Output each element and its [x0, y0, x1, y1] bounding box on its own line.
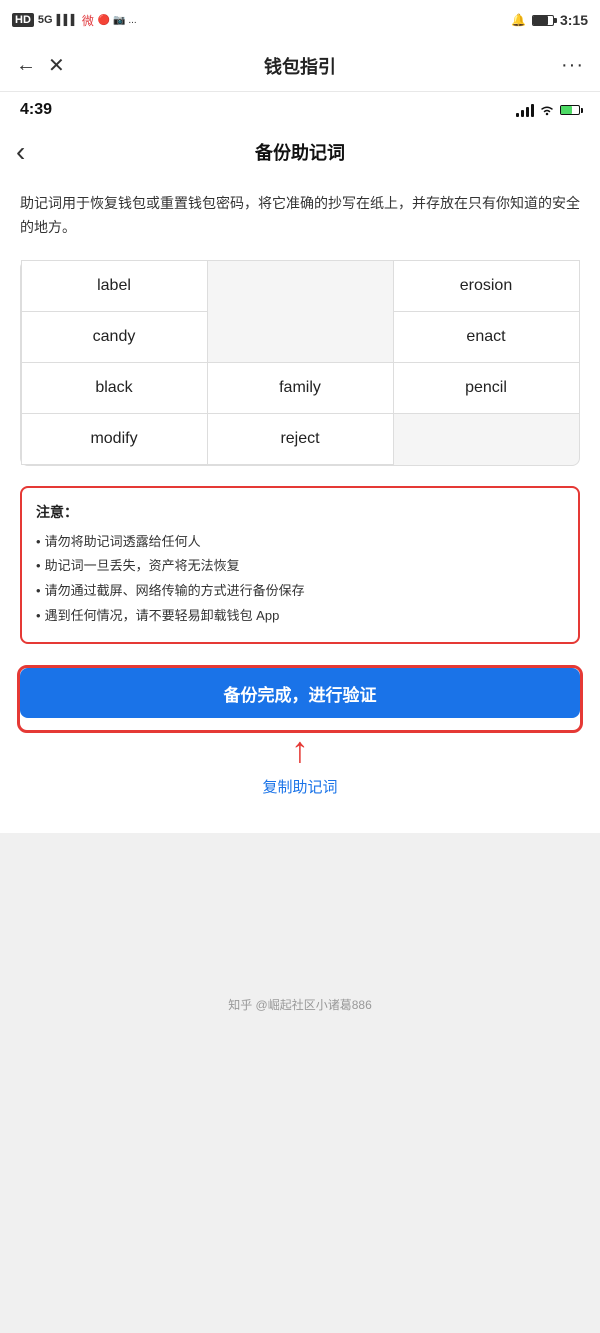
mnemonic-cell-empty-1: [207, 260, 394, 312]
battery-inner: [560, 105, 580, 115]
mnemonic-cell-modify: modify: [21, 413, 208, 465]
arrow-container: ↑: [20, 732, 580, 768]
warning-box: 注意： • 请勿将助记词透露给任何人 • 助记词一旦丢失，资产将无法恢复 • 请…: [20, 486, 580, 645]
page-title: 钱包指引: [76, 53, 524, 79]
nav-left-actions: ← ✕: [16, 53, 76, 78]
warning-item-2: • 助记词一旦丢失，资产将无法恢复: [36, 554, 564, 579]
red-arrow-icon: ↑: [291, 732, 309, 768]
mnemonic-cell-reject: reject: [207, 413, 394, 465]
copy-mnemonic-link[interactable]: 复制助记词: [20, 772, 580, 817]
mnemonic-cell-empty-3: [393, 413, 580, 465]
inner-time: 4:39: [20, 101, 52, 119]
outer-status-bar: HD 5G ▌▌▌ 微 🔴 📷 ... 🔔 3:15: [0, 0, 600, 40]
watermark-text: 知乎 @崛起社区小诸葛886: [228, 996, 372, 1013]
battery-outer: [532, 15, 554, 26]
wifi-icon: [539, 104, 555, 116]
outer-status-right: 🔔 3:15: [511, 12, 588, 28]
warning-title: 注意：: [36, 502, 564, 522]
bullet-icon-4: •: [36, 604, 41, 629]
top-nav-bar: ← ✕ 钱包指引 ···: [0, 40, 600, 92]
inner-back-button[interactable]: ‹: [16, 136, 25, 168]
inner-status-bar: 4:39: [0, 92, 600, 128]
warning-item-4: • 遇到任何情况，请不要轻易卸载钱包 App: [36, 604, 564, 629]
back-button[interactable]: ←: [16, 54, 36, 77]
mnemonic-cell-family: family: [207, 362, 394, 414]
nav-right-actions: ···: [524, 54, 584, 77]
inner-page-title: 备份助记词: [255, 139, 345, 165]
mnemonic-cell-empty-2: [207, 311, 394, 363]
verify-button[interactable]: 备份完成，进行验证: [20, 668, 580, 718]
warning-item-3: • 请勿通过截屏、网络传输的方式进行备份保存: [36, 579, 564, 604]
app-icons: 🔴 📷 ...: [98, 15, 137, 26]
warning-item-1: • 请勿将助记词透露给任何人: [36, 530, 564, 555]
mnemonic-cell-candy: candy: [21, 311, 208, 363]
weibo-icon: 微: [82, 12, 94, 29]
bell-icon: 🔔: [511, 13, 526, 27]
bullet-icon-1: •: [36, 530, 41, 555]
verify-button-wrapper: 备份完成，进行验证: [20, 668, 580, 730]
mnemonic-cell-label: label: [21, 260, 208, 312]
outer-time: 3:15: [560, 12, 588, 28]
mnemonic-cell-enact: enact: [393, 311, 580, 363]
mnemonic-cell-pencil: pencil: [393, 362, 580, 414]
signal-bars-inner: [516, 103, 534, 117]
more-button[interactable]: ···: [561, 54, 584, 77]
signal-bars-outer: ▌▌▌: [57, 15, 78, 26]
signal-5g: 5G: [38, 14, 53, 26]
mnemonic-cell-erosion: erosion: [393, 260, 580, 312]
bullet-icon-3: •: [36, 579, 41, 604]
mnemonic-grid: label erosion candy enact black family p…: [20, 260, 580, 466]
bottom-area: 知乎 @崛起社区小诸葛886: [0, 833, 600, 1033]
bullet-icon-2: •: [36, 554, 41, 579]
inner-page-header: ‹ 备份助记词: [0, 128, 600, 176]
inner-status-icons: [516, 103, 580, 117]
mnemonic-cell-black: black: [21, 362, 208, 414]
hd-badge: HD: [12, 13, 34, 27]
outer-status-left: HD 5G ▌▌▌ 微 🔴 📷 ...: [12, 12, 137, 29]
phone-screen: 4:39 ‹ 备份助记词 助记词用于恢复钱包或重: [0, 92, 600, 833]
description-text: 助记词用于恢复钱包或重置钱包密码，将它准确的抄写在纸上，并存放在只有你知道的安全…: [20, 192, 580, 240]
close-button[interactable]: ✕: [48, 53, 65, 78]
content-area: 助记词用于恢复钱包或重置钱包密码，将它准确的抄写在纸上，并存放在只有你知道的安全…: [0, 176, 600, 833]
